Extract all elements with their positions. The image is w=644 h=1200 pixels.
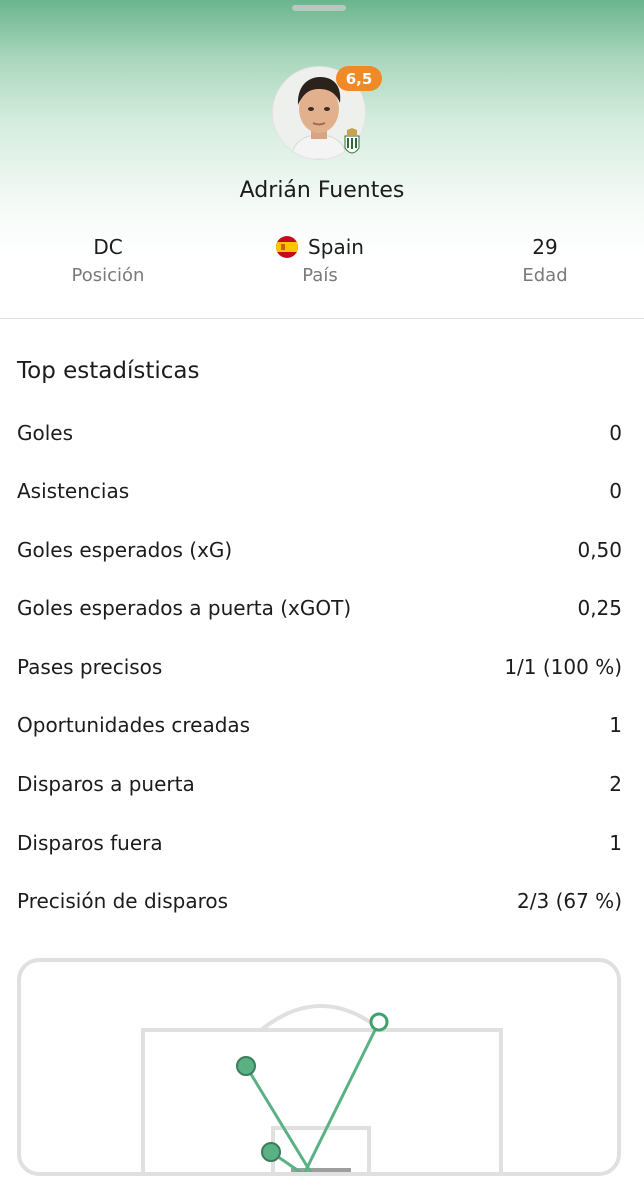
shot-marker-on-target: [236, 1056, 256, 1076]
country-label: País: [302, 265, 338, 286]
spain-flag-icon: [276, 236, 299, 258]
stat-label: Goles esperados a puerta (xGOT): [17, 596, 352, 620]
shot-map[interactable]: [17, 958, 621, 1176]
stat-label: Pases precisos: [17, 655, 163, 679]
stat-label: Oportunidades creadas: [17, 713, 251, 737]
stat-row-accurate-passes: Pases precisos 1/1 (100 %): [17, 652, 622, 682]
top-stats-title: Top estadísticas: [17, 358, 200, 384]
stat-row-xg[interactable]: Goles esperados (xG) 0,50: [17, 535, 622, 565]
shot-marker-off-target: [369, 1012, 389, 1032]
stat-label: Disparos a puerta: [17, 772, 195, 796]
age-value: 29: [532, 235, 558, 259]
player-name: Adrián Fuentes: [239, 178, 405, 203]
stat-value: 0,25: [577, 596, 622, 620]
info-country[interactable]: Spain País: [220, 232, 420, 286]
stat-row-xgot[interactable]: Goles esperados a puerta (xGOT) 0,25: [17, 593, 622, 623]
penalty-box: [141, 1028, 503, 1172]
stat-label: Goles: [17, 421, 74, 445]
stat-row-chances-created: Oportunidades creadas 1: [17, 710, 622, 740]
player-header: 6,5 Adrián Fuentes DC Posición Spain Paí…: [0, 0, 644, 319]
stat-row-shot-accuracy: Precisión de disparos 2/3 (67 %): [17, 886, 622, 916]
stat-row-assists: Asistencias 0: [17, 476, 622, 506]
stat-value: 1/1 (100 %): [504, 655, 622, 679]
penalty-arc: [259, 1004, 383, 1032]
stat-label: Asistencias: [17, 479, 130, 503]
country-value: Spain: [308, 235, 364, 259]
stat-value: 2: [609, 772, 622, 796]
country-value-row: Spain: [220, 232, 420, 262]
shot-marker-on-target: [261, 1142, 281, 1162]
info-position: DC Posición: [8, 232, 208, 286]
club-crest-icon: [344, 128, 360, 154]
stat-value: 1: [609, 831, 622, 855]
rating-badge: 6,5: [336, 66, 382, 91]
stat-label: Disparos fuera: [17, 831, 163, 855]
stat-label: Goles esperados (xG): [17, 538, 233, 562]
position-value: DC: [93, 235, 123, 259]
stat-value: 0: [609, 421, 622, 445]
stat-row-shots-off-target: Disparos fuera 1: [17, 828, 622, 858]
stat-value: 0: [609, 479, 622, 503]
pitch-diagram: [141, 1004, 503, 1172]
drag-handle[interactable]: [292, 5, 346, 11]
stat-value: 1: [609, 713, 622, 737]
info-age: 29 Edad: [445, 232, 644, 286]
stat-value: 2/3 (67 %): [517, 889, 622, 913]
stat-row-shots-on-target: Disparos a puerta 2: [17, 769, 622, 799]
stat-value: 0,50: [577, 538, 622, 562]
stat-label: Precisión de disparos: [17, 889, 229, 913]
age-label: Edad: [522, 265, 568, 286]
stat-row-goals: Goles 0: [17, 418, 622, 448]
position-label: Posición: [71, 265, 145, 286]
